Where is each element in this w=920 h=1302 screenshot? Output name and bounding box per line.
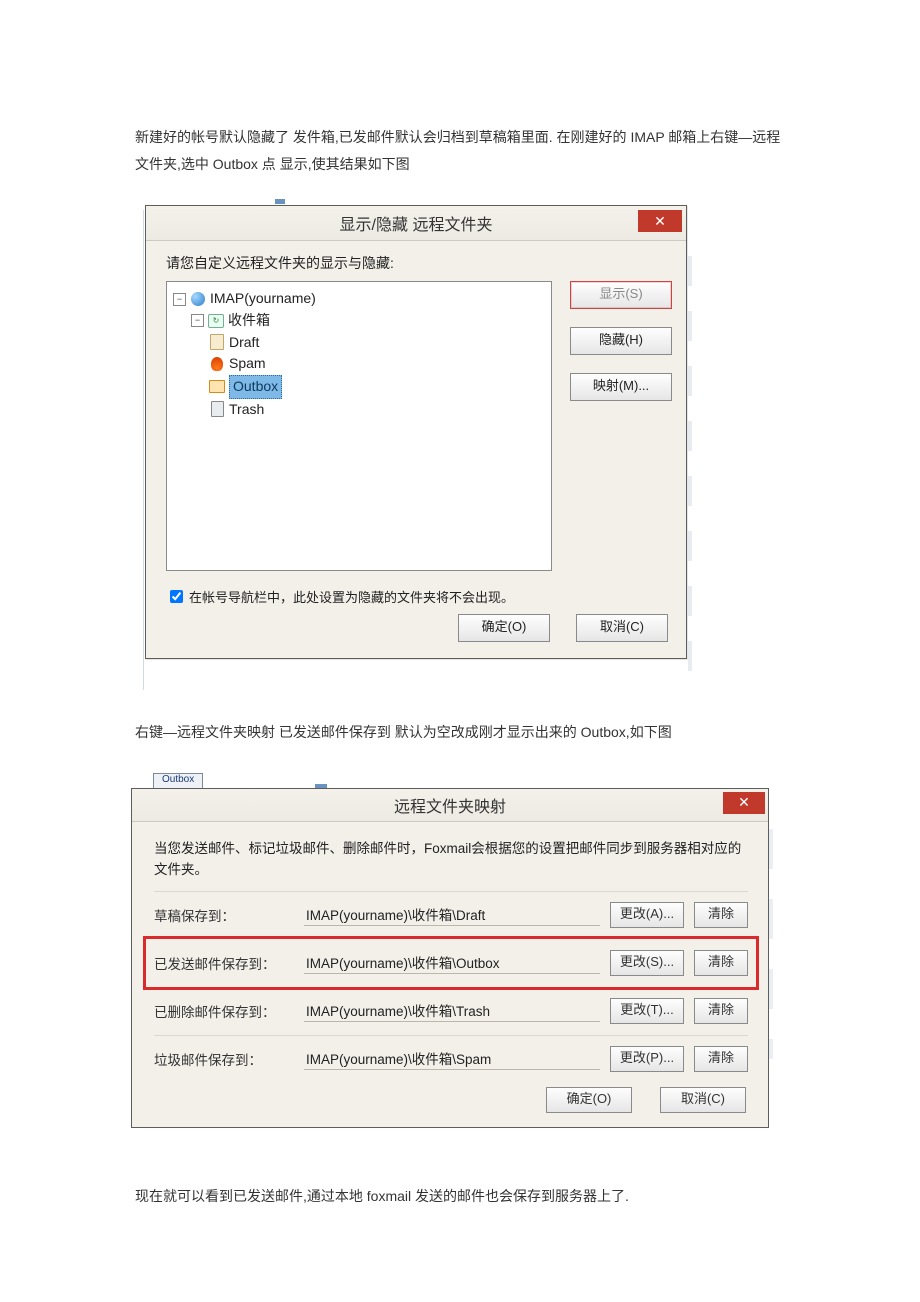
- cancel-button[interactable]: 取消(C): [660, 1087, 746, 1113]
- clear-button[interactable]: 清除: [694, 998, 748, 1024]
- mapping-row: 已删除邮件保存到：IMAP(yourname)\收件箱\Trash 更改(T)..…: [154, 987, 748, 1035]
- mapping-path: IMAP(yourname)\收件箱\Trash: [304, 999, 600, 1022]
- close-icon[interactable]: ✕: [638, 210, 682, 232]
- change-button[interactable]: 更改(S)...: [610, 950, 684, 976]
- dialog2-title-text: 远程文件夹映射: [394, 793, 506, 817]
- dialog-title-text: 显示/隐藏 远程文件夹: [340, 211, 493, 235]
- tree-node-inbox[interactable]: − ↻ 收件箱: [191, 310, 545, 332]
- hide-in-nav-checkbox-input[interactable]: [170, 590, 183, 603]
- tab-outbox[interactable]: Outbox: [153, 773, 203, 788]
- tree-node-draft[interactable]: Draft: [209, 332, 545, 354]
- tree-spam-label: Spam: [229, 353, 266, 375]
- hide-button[interactable]: 隐藏(H): [570, 327, 672, 355]
- tree-node-trash[interactable]: Trash: [209, 399, 545, 421]
- cancel-button[interactable]: 取消(C): [576, 614, 668, 642]
- tree-node-root[interactable]: − IMAP(yourname): [173, 288, 545, 310]
- screenshot-folder-mapping-dialog: Outbox 远程文件夹映射 ✕ 当您发送邮件、标记垃圾邮件、删除邮件时，Fox…: [131, 774, 790, 1128]
- tree-trash-label: Trash: [229, 399, 264, 421]
- dialog2-description: 当您发送邮件、标记垃圾邮件、删除邮件时，Foxmail会根据您的设置把邮件同步到…: [154, 838, 748, 881]
- mapping-label: 垃圾邮件保存到：: [154, 1049, 304, 1069]
- paragraph-1: 新建好的帐号默认隐藏了 发件箱,已发邮件默认会归档到草稿箱里面. 在刚建好的 I…: [135, 124, 790, 177]
- map-button[interactable]: 映射(M)...: [570, 373, 672, 401]
- screenshot-show-hide-dialog: 显示/隐藏 远程文件夹 ✕ 请您自定义远程文件夹的显示与隐藏: − IMAP(y…: [135, 205, 790, 659]
- change-button[interactable]: 更改(A)...: [610, 902, 684, 928]
- mapping-path: IMAP(yourname)\收件箱\Spam: [304, 1047, 600, 1070]
- outbox-icon: [209, 379, 225, 395]
- tree-node-outbox[interactable]: Outbox: [209, 375, 545, 399]
- globe-icon: [190, 291, 206, 307]
- dialog2-title: 远程文件夹映射 ✕: [132, 789, 768, 822]
- trash-icon: [209, 401, 225, 417]
- dialog-title: 显示/隐藏 远程文件夹 ✕: [146, 206, 686, 241]
- dialog-prompt: 请您自定义远程文件夹的显示与隐藏:: [166, 253, 672, 273]
- tree-root-label: IMAP(yourname): [210, 288, 316, 310]
- change-button[interactable]: 更改(P)...: [610, 1046, 684, 1072]
- show-button[interactable]: 显示(S): [570, 281, 672, 309]
- close-icon[interactable]: ✕: [723, 792, 765, 814]
- tree-draft-label: Draft: [229, 332, 259, 354]
- paragraph-2: 右键—远程文件夹映射 已发送邮件保存到 默认为空改成刚才显示出来的 Outbox…: [135, 719, 790, 746]
- hide-in-nav-checkbox-label: 在帐号导航栏中，此处设置为隐藏的文件夹将不会出现。: [189, 587, 514, 606]
- paragraph-3: 现在就可以看到已发送邮件,通过本地 foxmail 发送的邮件也会保存到服务器上…: [135, 1183, 790, 1210]
- flame-icon: [209, 356, 225, 372]
- collapse-icon[interactable]: −: [191, 314, 204, 327]
- mapping-label: 已删除邮件保存到：: [154, 1001, 304, 1021]
- mapping-row: 垃圾邮件保存到：IMAP(yourname)\收件箱\Spam 更改(P)... 清…: [154, 1035, 748, 1083]
- draft-icon: [209, 334, 225, 350]
- ok-button[interactable]: 确定(O): [458, 614, 550, 642]
- tree-inbox-label: 收件箱: [228, 310, 270, 332]
- mapping-path: IMAP(yourname)\收件箱\Outbox: [304, 951, 600, 974]
- change-button[interactable]: 更改(T)...: [610, 998, 684, 1024]
- collapse-icon[interactable]: −: [173, 293, 186, 306]
- inbox-icon: ↻: [208, 313, 224, 329]
- mapping-label: 已发送邮件保存到：: [154, 953, 304, 973]
- dialog-show-hide-remote-folders: 显示/隐藏 远程文件夹 ✕ 请您自定义远程文件夹的显示与隐藏: − IMAP(y…: [145, 205, 687, 659]
- tree-node-spam[interactable]: Spam: [209, 353, 545, 375]
- folder-tree[interactable]: − IMAP(yourname) − ↻ 收件箱: [166, 281, 552, 571]
- ok-button[interactable]: 确定(O): [546, 1087, 632, 1113]
- hide-in-nav-checkbox[interactable]: 在帐号导航栏中，此处设置为隐藏的文件夹将不会出现。: [166, 587, 672, 606]
- mapping-label: 草稿保存到：: [154, 905, 304, 925]
- clear-button[interactable]: 清除: [694, 950, 748, 976]
- mapping-path: IMAP(yourname)\收件箱\Draft: [304, 903, 600, 926]
- clear-button[interactable]: 清除: [694, 1046, 748, 1072]
- tree-outbox-label: Outbox: [229, 375, 282, 399]
- mapping-row: 已发送邮件保存到：IMAP(yourname)\收件箱\Outbox 更改(S).…: [146, 939, 756, 987]
- mapping-row: 草稿保存到：IMAP(yourname)\收件箱\Draft 更改(A)... 清除: [154, 891, 748, 939]
- dialog-remote-folder-mapping: 远程文件夹映射 ✕ 当您发送邮件、标记垃圾邮件、删除邮件时，Foxmail会根据…: [131, 788, 769, 1128]
- clear-button[interactable]: 清除: [694, 902, 748, 928]
